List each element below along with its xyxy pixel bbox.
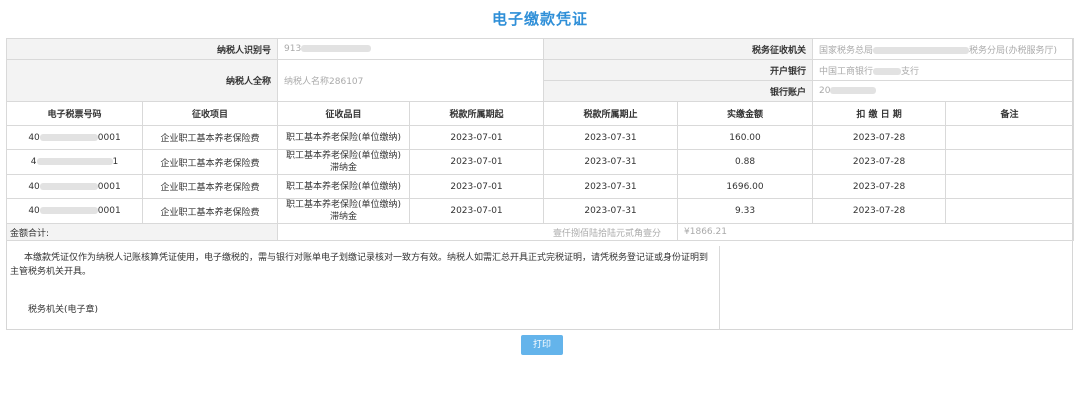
taxpayer-id-label: 纳税人识别号	[5, 38, 279, 60]
note-cell	[945, 174, 1075, 199]
date-cell: 2023-07-28	[812, 198, 947, 224]
period-to-cell: 2023-07-31	[543, 125, 679, 150]
amount-cell: 160.00	[677, 125, 814, 150]
tax-authority-value: 国家税务总局 税务分局(办税服务厅)	[812, 38, 1075, 60]
bank-account-label: 银行账户	[543, 80, 814, 102]
project-cell: 企业职工基本养老保险费	[141, 198, 279, 224]
period-from-cell: 2023-07-01	[409, 198, 545, 224]
table-row: 41 企业职工基本养老保险费 职工基本养老保险(单位缴纳)滞纳金 2023-07…	[6, 149, 1075, 175]
note-cell	[945, 149, 1075, 175]
redacted-blur	[39, 133, 98, 141]
amount-cell: 1696.00	[677, 174, 814, 199]
col-header: 实缴金额	[677, 101, 814, 126]
item-cell: 职工基本养老保险(单位缴纳)	[277, 174, 411, 199]
note-cell	[945, 125, 1075, 150]
voucher-table: 纳税人识别号 913 税务征收机关 国家税务总局 税务分局(办税服务厅) 纳税人全…	[5, 38, 1075, 241]
notes-panel: 本缴款凭证仅作为纳税人记账核算凭证使用，电子缴税的，需与银行对账单电子划缴记录核…	[6, 246, 720, 330]
redacted-blur	[873, 46, 970, 54]
ticket-number: 40 0001	[6, 125, 143, 150]
taxpayer-id-value: 913	[277, 38, 545, 60]
project-cell: 企业职工基本养老保险费	[141, 174, 279, 199]
project-cell: 企业职工基本养老保险费	[141, 125, 279, 150]
period-from-cell: 2023-07-01	[409, 125, 545, 150]
col-header: 征收品目	[277, 101, 411, 126]
period-from-cell: 2023-07-01	[409, 149, 545, 175]
bank-label: 开户银行	[543, 59, 814, 81]
notes-text: 本缴款凭证仅作为纳税人记账核算凭证使用，电子缴税的，需与银行对账单电子划缴记录核…	[10, 253, 709, 277]
item-cell: 职工基本养老保险(单位缴纳)	[277, 125, 411, 150]
total-row: 金额合计: 壹仟捌佰陆拾陆元贰角壹分 ¥1866.21	[5, 223, 1075, 241]
project-cell: 企业职工基本养老保险费	[141, 149, 279, 175]
table-row: 40 0001 企业职工基本养老保险费 职工基本养老保险(单位缴纳)滞纳金 202…	[6, 198, 1075, 224]
taxpayer-name-label: 纳税人全称	[5, 59, 279, 102]
redacted-blur	[301, 45, 372, 52]
info-row-2: 纳税人全称 纳税人名称286107 开户银行 中国工商银行 支行	[5, 59, 1075, 102]
amount-cell: 9.33	[677, 198, 814, 224]
period-to-cell: 2023-07-31	[543, 174, 679, 199]
ticket-number: 40 0001	[6, 198, 143, 224]
info-row-1: 纳税人识别号 913 税务征收机关 国家税务总局 税务分局(办税服务厅)	[5, 38, 1075, 60]
bank-account-value: 20	[812, 80, 1075, 102]
total-in-words: 壹仟捌佰陆拾陆元贰角壹分	[277, 223, 679, 241]
page-title: 电子缴款凭证	[491, 10, 588, 28]
taxpayer-name-value: 纳税人名称286107	[277, 59, 545, 102]
note-cell	[945, 198, 1075, 224]
total-value: ¥1866.21	[677, 223, 1075, 241]
redacted-blur	[830, 87, 877, 94]
col-header: 电子税票号码	[6, 101, 143, 126]
period-to-cell: 2023-07-31	[543, 198, 679, 224]
print-button[interactable]: 打印	[521, 335, 563, 355]
bank-value: 中国工商银行 支行	[812, 59, 1075, 81]
amount-cell: 0.88	[677, 149, 814, 175]
date-cell: 2023-07-28	[812, 149, 947, 175]
table-row: 40 0001 企业职工基本养老保险费 职工基本养老保险(单位缴纳) 2023-0…	[6, 125, 1075, 150]
redacted-blur	[39, 182, 98, 190]
redacted-blur	[39, 207, 98, 214]
tax-authority-label: 税务征收机关	[543, 38, 814, 60]
table-header: 电子税票号码 征收项目 征收品目 税款所属期起 税款所属期止 实缴金额 扣 缴 …	[6, 101, 1075, 126]
col-header: 备注	[945, 101, 1075, 126]
col-header: 征收项目	[141, 101, 279, 126]
period-to-cell: 2023-07-31	[543, 149, 679, 175]
tax-authority-seal: 税务机关(电子章)	[28, 305, 99, 315]
table-row: 40 0001 企业职工基本养老保险费 职工基本养老保险(单位缴纳) 2023-0…	[6, 174, 1075, 199]
redacted-blur	[873, 67, 902, 75]
ticket-number: 41	[6, 149, 143, 175]
col-header: 税款所属期止	[543, 101, 679, 126]
date-cell: 2023-07-28	[812, 174, 947, 199]
period-from-cell: 2023-07-01	[409, 174, 545, 199]
ticket-number: 40 0001	[6, 174, 143, 199]
date-cell: 2023-07-28	[812, 125, 947, 150]
redacted-blur	[36, 158, 113, 165]
item-cell: 职工基本养老保险(单位缴纳)滞纳金	[277, 198, 411, 224]
total-label: 金额合计:	[5, 223, 279, 241]
col-header: 扣 缴 日 期	[812, 101, 947, 126]
col-header: 税款所属期起	[409, 101, 545, 126]
item-cell: 职工基本养老保险(单位缴纳)滞纳金	[277, 149, 411, 175]
